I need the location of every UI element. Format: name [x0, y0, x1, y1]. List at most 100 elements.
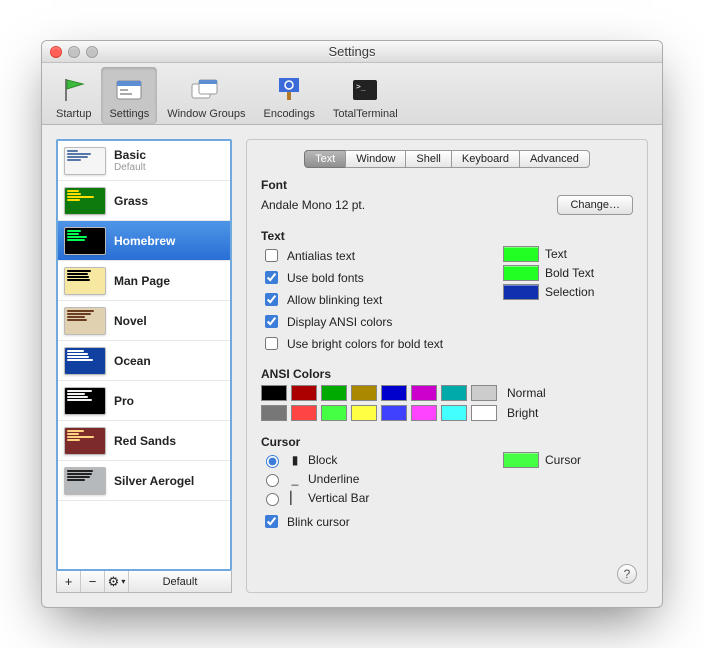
ansi-color-swatch[interactable] — [381, 385, 407, 401]
help-button[interactable]: ? — [617, 564, 637, 584]
tab-shell[interactable]: Shell — [405, 150, 450, 168]
profile-item[interactable]: Red Sands — [58, 421, 230, 461]
profile-thumbnail — [64, 347, 106, 375]
tab-window[interactable]: Window — [345, 150, 405, 168]
close-icon[interactable] — [50, 46, 62, 58]
ansi-color-swatch[interactable] — [261, 405, 287, 421]
ansi-color-swatch[interactable] — [321, 405, 347, 421]
tab-text[interactable]: Text — [304, 150, 345, 168]
ansi-color-swatch[interactable] — [471, 385, 497, 401]
profile-item[interactable]: BasicDefault — [58, 141, 230, 181]
ansi-color-swatch[interactable] — [441, 405, 467, 421]
profile-item[interactable]: Silver Aerogel — [58, 461, 230, 501]
cursor-underline-radio[interactable]: _Underline — [261, 471, 475, 487]
profile-thumbnail — [64, 187, 106, 215]
blink-cursor-checkbox[interactable]: Blink cursor — [261, 512, 475, 531]
toolbar-label: TotalTerminal — [333, 108, 398, 120]
profile-subtitle: Default — [114, 162, 146, 173]
profile-name: Silver Aerogel — [114, 474, 194, 488]
toolbar: Startup Settings Window Groups Encodings… — [42, 63, 662, 125]
add-profile-button[interactable]: + — [57, 571, 81, 592]
toolbar-label: Startup — [56, 108, 91, 120]
toolbar-startup[interactable]: Startup — [48, 67, 99, 124]
profile-item[interactable]: Man Page — [58, 261, 230, 301]
set-default-button[interactable]: Default — [129, 571, 231, 592]
svg-text:>_: >_ — [356, 82, 366, 91]
bold-text-color-swatch[interactable] — [503, 265, 539, 281]
cursor-color-swatch-group: Cursor — [503, 449, 633, 531]
ansi-color-swatch[interactable] — [291, 385, 317, 401]
profile-thumbnail — [64, 307, 106, 335]
ansi-row-label: Normal — [507, 386, 546, 400]
blinking-text-checkbox[interactable]: Allow blinking text — [261, 290, 475, 309]
ansi-color-swatch[interactable] — [321, 385, 347, 401]
toolbar-label: Encodings — [263, 108, 314, 120]
underline-cursor-icon: _ — [288, 472, 302, 486]
text-section-label: Text — [261, 229, 633, 243]
block-cursor-icon: ▮ — [288, 453, 302, 467]
ansi-color-swatch[interactable] — [411, 385, 437, 401]
profile-actions-menu[interactable]: ⚙▾ — [105, 571, 129, 592]
window-controls — [50, 46, 98, 58]
titlebar: Settings — [42, 41, 662, 63]
toolbar-settings[interactable]: Settings — [101, 67, 157, 124]
ansi-color-swatch[interactable] — [471, 405, 497, 421]
profile-list[interactable]: BasicDefault Grass Homebrew Man Page NovelOc… — [56, 139, 232, 571]
remove-profile-button[interactable]: − — [81, 571, 105, 592]
settings-panel: TextWindowShellKeyboardAdvanced Font And… — [246, 139, 648, 593]
ansi-color-swatch[interactable] — [291, 405, 317, 421]
bright-bold-checkbox[interactable]: Use bright colors for bold text — [261, 334, 475, 353]
cursor-section-label: Cursor — [261, 435, 633, 449]
profile-item[interactable]: Novel — [58, 301, 230, 341]
ansi-colors-checkbox[interactable]: Display ANSI colors — [261, 312, 475, 331]
selection-color-swatch[interactable] — [503, 284, 539, 300]
tab-bar: TextWindowShellKeyboardAdvanced — [261, 150, 633, 168]
flag-icon — [58, 74, 90, 106]
profile-item[interactable]: Grass — [58, 181, 230, 221]
cursor-color-swatch[interactable] — [503, 452, 539, 468]
cursor-vertical-radio[interactable]: ▏Vertical Bar — [261, 490, 475, 506]
settings-window: Settings Startup Settings Window Groups … — [41, 40, 663, 608]
tab-keyboard[interactable]: Keyboard — [451, 150, 519, 168]
ansi-color-swatch[interactable] — [261, 385, 287, 401]
tab-advanced[interactable]: Advanced — [519, 150, 590, 168]
profile-item[interactable]: Homebrew — [58, 221, 230, 261]
toolbar-window-groups[interactable]: Window Groups — [159, 67, 253, 124]
toolbar-totalterminal[interactable]: >_ TotalTerminal — [325, 67, 406, 124]
profile-thumbnail — [64, 427, 106, 455]
font-description: Andale Mono 12 pt. — [261, 198, 365, 212]
text-color-swatches: Text Bold Text Selection — [503, 243, 633, 353]
profile-name: Red Sands — [114, 434, 176, 448]
text-color-swatch[interactable] — [503, 246, 539, 262]
vertical-bar-cursor-icon: ▏ — [288, 491, 302, 505]
profile-thumbnail — [64, 227, 106, 255]
change-font-button[interactable]: Change… — [557, 195, 633, 215]
profile-thumbnail — [64, 387, 106, 415]
ansi-color-swatch[interactable] — [351, 385, 377, 401]
minimize-icon[interactable] — [68, 46, 80, 58]
cursor-block-radio[interactable]: ▮Block — [261, 452, 475, 468]
antialias-checkbox[interactable]: Antialias text — [261, 246, 475, 265]
gear-icon: ⚙ — [108, 574, 120, 590]
ansi-color-swatch[interactable] — [381, 405, 407, 421]
ansi-bright-row: Bright — [261, 405, 633, 421]
ansi-color-swatch[interactable] — [441, 385, 467, 401]
chevron-down-icon: ▾ — [121, 577, 125, 586]
ansi-section-label: ANSI Colors — [261, 367, 633, 381]
toolbar-label: Window Groups — [167, 108, 245, 120]
ansi-color-swatch[interactable] — [351, 405, 377, 421]
profile-thumbnail — [64, 467, 106, 495]
toolbar-encodings[interactable]: Encodings — [255, 67, 322, 124]
profile-sidebar: BasicDefaultGrassHomebrewMan PageNovelOc… — [56, 139, 232, 593]
bold-fonts-checkbox[interactable]: Use bold fonts — [261, 268, 475, 287]
terminal-icon: >_ — [349, 74, 381, 106]
profile-item[interactable]: Pro — [58, 381, 230, 421]
profile-item[interactable]: Ocean — [58, 341, 230, 381]
profile-name: Man Page — [114, 274, 170, 288]
profile-name: Basic — [114, 148, 146, 162]
zoom-icon[interactable] — [86, 46, 98, 58]
ansi-color-swatch[interactable] — [411, 405, 437, 421]
profile-name: Grass — [114, 194, 148, 208]
ansi-row-label: Bright — [507, 406, 538, 420]
cursor-options: ▮Block _Underline ▏Vertical Bar Blink cu… — [261, 449, 475, 531]
